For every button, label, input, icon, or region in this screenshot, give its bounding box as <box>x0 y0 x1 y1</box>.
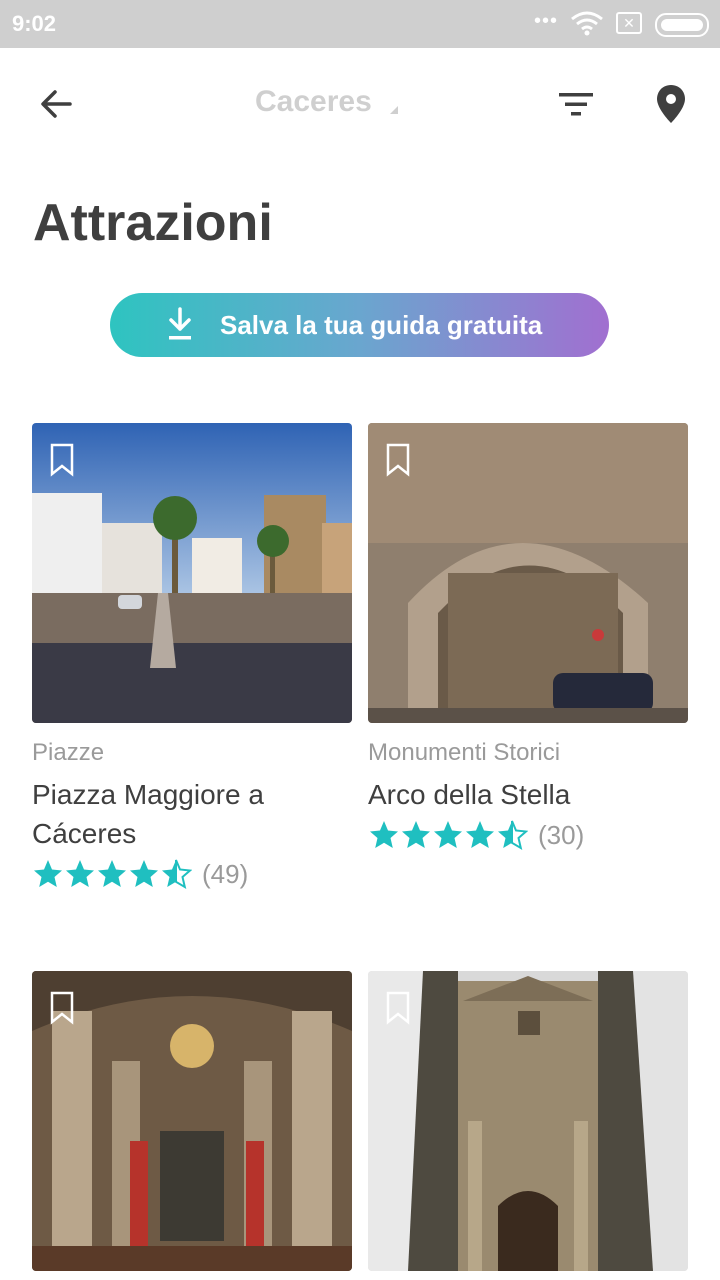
wifi-icon <box>570 10 604 41</box>
attraction-card[interactable] <box>32 971 352 1271</box>
star-rating <box>32 858 192 890</box>
rating: (49) <box>32 858 248 890</box>
save-guide-label: Salva la tua guida gratuita <box>220 310 543 340</box>
app-bar: Caceres <box>0 48 720 158</box>
bookmark-icon[interactable] <box>50 443 74 482</box>
no-sim-icon: ✕ <box>616 12 642 34</box>
bookmark-icon[interactable] <box>386 443 410 482</box>
status-time: 9:02 <box>12 11 57 36</box>
dropdown-caret-icon <box>390 106 398 114</box>
bookmark-icon[interactable] <box>386 991 410 1030</box>
star-rating <box>368 819 528 851</box>
attraction-card[interactable] <box>368 971 688 1271</box>
status-bar: 9:02 ••• ✕ <box>0 0 720 48</box>
page-title: Attrazioni <box>33 194 273 252</box>
save-guide-button[interactable]: Salva la tua guida gratuita <box>110 293 609 357</box>
download-icon <box>166 307 194 348</box>
card-category: Monumenti Storici <box>368 739 561 766</box>
rating: (30) <box>368 819 584 851</box>
card-category: Piazze <box>32 739 105 766</box>
review-count: (30) <box>538 819 585 850</box>
attraction-card[interactable]: Monumenti Storici Arco della Stella (30) <box>368 423 688 853</box>
cathedral-interior-photo[interactable] <box>32 971 352 1271</box>
back-arrow-icon[interactable] <box>36 84 76 129</box>
church-facade-photo[interactable] <box>368 971 688 1271</box>
filter-icon[interactable] <box>557 90 595 125</box>
plaza-photo[interactable] <box>32 423 352 723</box>
destination-title[interactable]: Caceres <box>255 85 372 119</box>
battery-icon <box>655 13 709 37</box>
card-title[interactable]: Piazza Maggiore a Cáceres <box>32 775 352 853</box>
card-title[interactable]: Arco della Stella <box>368 775 688 814</box>
bookmark-icon[interactable] <box>50 991 74 1030</box>
attraction-card[interactable]: Piazze Piazza Maggiore a Cáceres (49) <box>32 423 352 893</box>
arch-photo[interactable] <box>368 423 688 723</box>
review-count: (49) <box>202 858 249 889</box>
status-dots: ••• <box>534 10 559 32</box>
map-pin-icon[interactable] <box>655 84 687 129</box>
